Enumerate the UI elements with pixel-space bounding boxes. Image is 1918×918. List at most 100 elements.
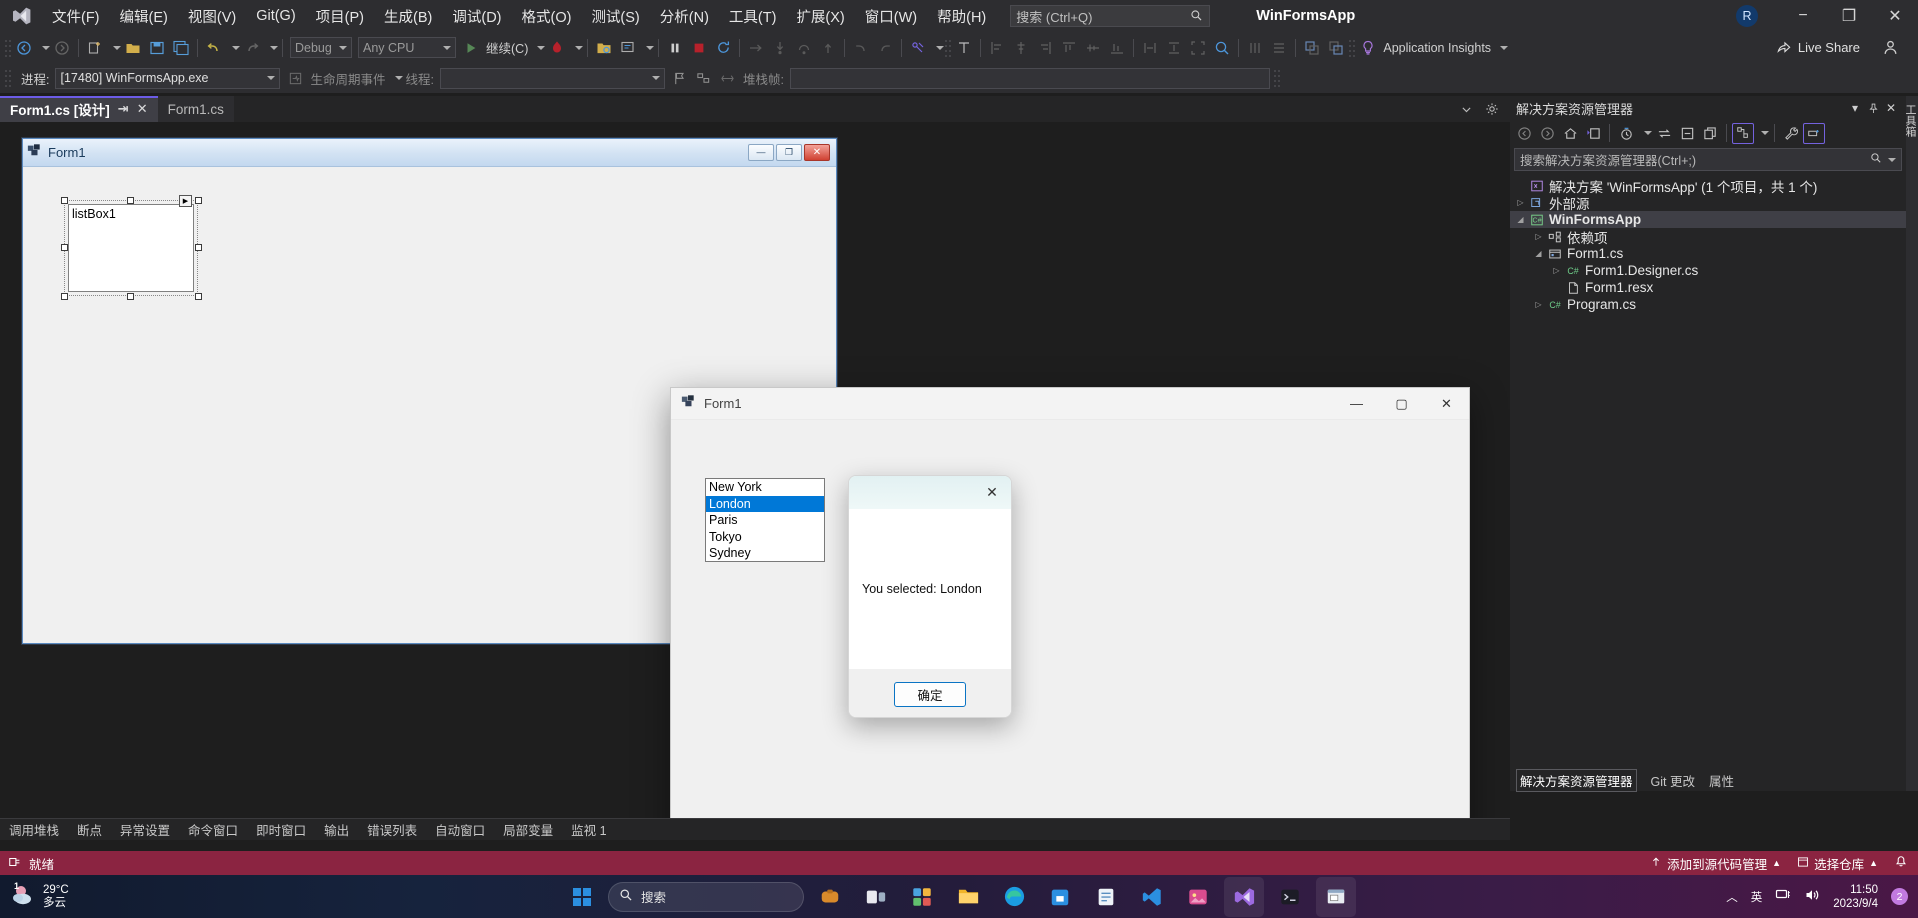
resize-handle-bottom-right[interactable] [195, 293, 202, 300]
gear-icon[interactable] [1480, 97, 1504, 121]
windows-start-icon[interactable] [562, 877, 602, 917]
feedback-icon[interactable] [1878, 36, 1902, 60]
message-box-dialog[interactable]: ✕ You selected: London 确定 [848, 475, 1012, 718]
list-item[interactable]: London [706, 496, 824, 513]
menu-item-tools[interactable]: 工具(T) [719, 0, 787, 32]
panel-close-icon[interactable]: ✕ [1882, 99, 1900, 117]
toolbar-grip[interactable] [4, 38, 12, 58]
tab-form1-cs[interactable]: Form1.cs [158, 96, 234, 122]
winforms-app-icon[interactable] [1316, 877, 1356, 917]
network-icon[interactable] [1775, 887, 1791, 906]
visual-studio-icon[interactable] [1224, 877, 1264, 917]
pin-icon[interactable]: ⇥ [118, 101, 129, 117]
application-insights-dropdown-icon[interactable] [1500, 46, 1508, 50]
running-form-titlebar[interactable]: Form1 — ▢ ✕ [671, 388, 1469, 420]
debug-tab-watch-1[interactable]: 监视 1 [562, 819, 615, 841]
footer-tab-solution-explorer[interactable]: 解决方案资源管理器 [1516, 769, 1637, 792]
menu-item-file[interactable]: 文件(F) [42, 0, 110, 32]
tree-item-external-sources[interactable]: ▷ 外部源 [1510, 194, 1906, 211]
menu-item-view[interactable]: 视图(V) [178, 0, 246, 32]
stack-frame-combo[interactable] [790, 68, 1270, 89]
menu-item-git[interactable]: Git(G) [246, 0, 305, 32]
solution-configuration-combo[interactable]: Debug [290, 37, 352, 58]
toolbar-grip[interactable] [1273, 68, 1281, 88]
taskbar-search-box[interactable]: 搜索 [608, 882, 804, 912]
list-item[interactable]: New York [706, 479, 824, 496]
search-dropdown-icon[interactable] [1888, 158, 1896, 162]
solution-structure-icon[interactable] [1732, 123, 1754, 144]
resize-handle-middle-right[interactable] [195, 244, 202, 251]
design-form-maximize-button[interactable]: ❐ [776, 144, 802, 161]
redo-icon[interactable] [240, 36, 264, 60]
menu-item-edit[interactable]: 编辑(E) [110, 0, 178, 32]
open-file-icon[interactable] [121, 36, 145, 60]
select-repository-button[interactable]: 选择仓库 ▲ [1797, 854, 1878, 873]
design-form-close-button[interactable]: ✕ [804, 144, 830, 161]
application-insights-icon[interactable] [1356, 36, 1380, 60]
smart-tag-icon[interactable]: ▶ [179, 195, 192, 207]
hot-reload-icon[interactable] [545, 36, 569, 60]
tab-list-dropdown-icon[interactable] [1454, 97, 1478, 121]
running-form-close-button[interactable]: ✕ [1424, 388, 1469, 420]
debug-tab-exception-settings[interactable]: 异常设置 [111, 819, 179, 841]
tree-item-program-cs[interactable]: ▷ C# Program.cs [1510, 296, 1906, 313]
bell-icon[interactable] [1894, 855, 1908, 872]
debug-tab-command-window[interactable]: 命令窗口 [179, 819, 247, 841]
listbox-cities[interactable]: New York London Paris Tokyo Sydney [705, 478, 825, 562]
resize-handle-bottom-center[interactable] [127, 293, 134, 300]
debug-tab-call-stack[interactable]: 调用堆栈 [0, 819, 68, 841]
preview-selected-items-icon[interactable] [1803, 123, 1825, 144]
tree-item-dependencies[interactable]: ▷ 依赖项 [1510, 228, 1906, 245]
application-insights-label[interactable]: Application Insights [1380, 41, 1494, 55]
forward-icon[interactable] [1536, 123, 1558, 144]
tree-item-form1-cs[interactable]: ◢ Form1.cs [1510, 245, 1906, 262]
task-view-icon[interactable] [856, 877, 896, 917]
list-item[interactable]: Tokyo [706, 529, 824, 546]
taskbar-weather-widget[interactable]: 1 29°C 多云 [0, 882, 69, 911]
tree-item-form1-resx[interactable]: Form1.resx [1510, 279, 1906, 296]
debug-tab-immediate-window[interactable]: 即时窗口 [247, 819, 315, 841]
solution-tree[interactable]: 解决方案 'WinFormsApp' (1 个项目，共 1 个) ▷ 外部源 ◢… [1510, 175, 1906, 313]
tray-chevron-icon[interactable]: ︿ [1726, 889, 1738, 905]
message-box-close-button[interactable]: ✕ [981, 482, 1003, 504]
window-maximize-button[interactable]: ❐ [1826, 0, 1872, 32]
stop-debugging-icon[interactable] [687, 36, 711, 60]
avatar[interactable]: R [1736, 5, 1758, 27]
copilot-icon[interactable] [810, 877, 850, 917]
expander[interactable]: ▷ [1532, 232, 1545, 241]
quick-search-box[interactable]: 搜索 (Ctrl+Q) [1010, 5, 1210, 27]
thread-combo[interactable] [440, 68, 665, 89]
toolbar-grip[interactable] [944, 38, 952, 58]
vscode-icon[interactable] [1132, 877, 1172, 917]
navigate-backward-icon[interactable] [12, 36, 36, 60]
footer-tab-git-changes[interactable]: Git 更改 [1651, 771, 1695, 790]
live-share-button[interactable]: Live Share [1776, 39, 1860, 57]
tree-item-solution[interactable]: 解决方案 'WinFormsApp' (1 个项目，共 1 个) [1510, 177, 1906, 194]
process-combo[interactable]: [17480] WinFormsApp.exe [55, 68, 280, 89]
widgets-icon[interactable] [902, 877, 942, 917]
solution-platform-combo[interactable]: Any CPU [358, 37, 456, 58]
expander[interactable]: ▷ [1514, 198, 1527, 207]
new-project-icon[interactable] [83, 36, 107, 60]
file-explorer-icon[interactable] [948, 877, 988, 917]
pause-icon[interactable] [663, 36, 687, 60]
menu-item-debug[interactable]: 调试(D) [442, 0, 511, 32]
notification-badge[interactable]: 2 [1891, 888, 1908, 905]
window-close-button[interactable]: ✕ [1872, 0, 1918, 32]
menu-item-format[interactable]: 格式(O) [512, 0, 582, 32]
volume-icon[interactable] [1804, 887, 1820, 906]
debug-tab-breakpoints[interactable]: 断点 [68, 819, 111, 841]
back-icon[interactable] [1513, 123, 1535, 144]
notepad-icon[interactable] [1086, 877, 1126, 917]
save-all-icon[interactable] [169, 36, 193, 60]
running-form-maximize-button[interactable]: ▢ [1379, 388, 1424, 420]
menu-item-extensions[interactable]: 扩展(X) [786, 0, 854, 32]
panel-dropdown-icon[interactable]: ▾ [1846, 99, 1864, 117]
tree-item-winformsapp-project[interactable]: ◢ C# WinFormsApp [1510, 211, 1906, 228]
menu-item-help[interactable]: 帮助(H) [927, 0, 996, 32]
switch-views-icon[interactable] [1582, 123, 1604, 144]
footer-tab-properties[interactable]: 属性 [1709, 771, 1734, 790]
expander[interactable]: ◢ [1532, 249, 1545, 258]
continue-button-label[interactable]: 继续(C) [483, 38, 531, 57]
undo-dropdown-icon[interactable] [232, 46, 240, 50]
